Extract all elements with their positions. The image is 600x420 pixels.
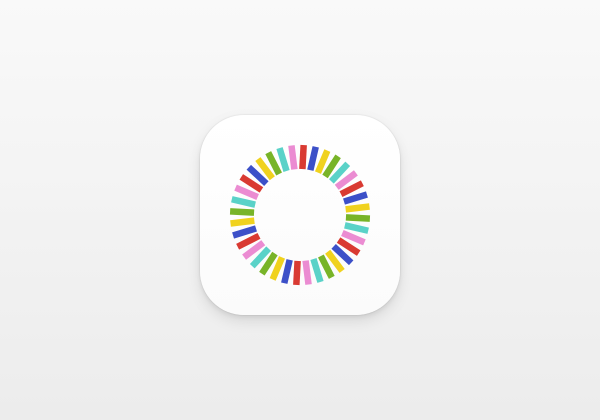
color-ray — [288, 145, 298, 170]
color-ray — [293, 260, 301, 286]
color-ray — [230, 217, 255, 227]
color-ray — [229, 208, 255, 216]
color-ray — [302, 260, 312, 285]
radial-color-burst-icon — [229, 144, 371, 286]
color-ray — [345, 214, 371, 222]
ray-group — [229, 144, 371, 286]
color-ray — [345, 203, 370, 213]
color-ray — [299, 144, 307, 170]
app-icon-tile[interactable] — [200, 115, 400, 315]
